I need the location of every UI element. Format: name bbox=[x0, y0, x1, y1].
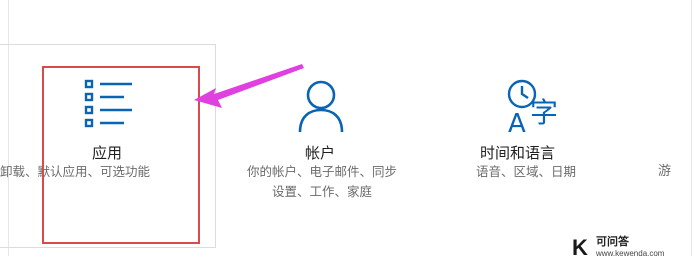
tile-accounts-description-line: 设置、工作、家庭 bbox=[271, 184, 372, 199]
app-list-icon bbox=[84, 78, 136, 136]
tile-accounts-description-line: 你的帐户、电子邮件、同步 bbox=[246, 164, 397, 179]
tile-time-language-title: 时间和语言 bbox=[480, 144, 556, 162]
tile-gaming-partial[interactable]: 游 bbox=[658, 160, 671, 179]
tile-time-language-description: 语音、区域、日期 bbox=[476, 164, 577, 179]
settings-window: 应用 卸载、默认应用、可选功能 帐户 你的帐户、电子邮件、同步 设置、工作、家庭 bbox=[0, 0, 698, 264]
person-icon bbox=[296, 78, 346, 138]
tile-apps-title: 应用 bbox=[92, 144, 123, 162]
tile-accounts-title: 帐户 bbox=[305, 144, 336, 162]
tile-apps-description: 卸载、默认应用、可选功能 bbox=[0, 164, 151, 179]
watermark-logo: K bbox=[572, 235, 588, 260]
watermark-url: www.kewenda.com bbox=[596, 249, 665, 258]
watermark: K 可问答 www.kewenda.com bbox=[568, 232, 698, 264]
watermark-text: 可问答 www.kewenda.com bbox=[596, 236, 664, 260]
watermark-name: 可问答 bbox=[596, 235, 629, 248]
svg-text:字: 字 bbox=[530, 96, 558, 129]
time-language-icon: A 字 bbox=[506, 78, 568, 140]
tile-accounts-description: 你的帐户、电子邮件、同步 设置、工作、家庭 bbox=[224, 162, 420, 202]
svg-text:A: A bbox=[508, 109, 526, 136]
